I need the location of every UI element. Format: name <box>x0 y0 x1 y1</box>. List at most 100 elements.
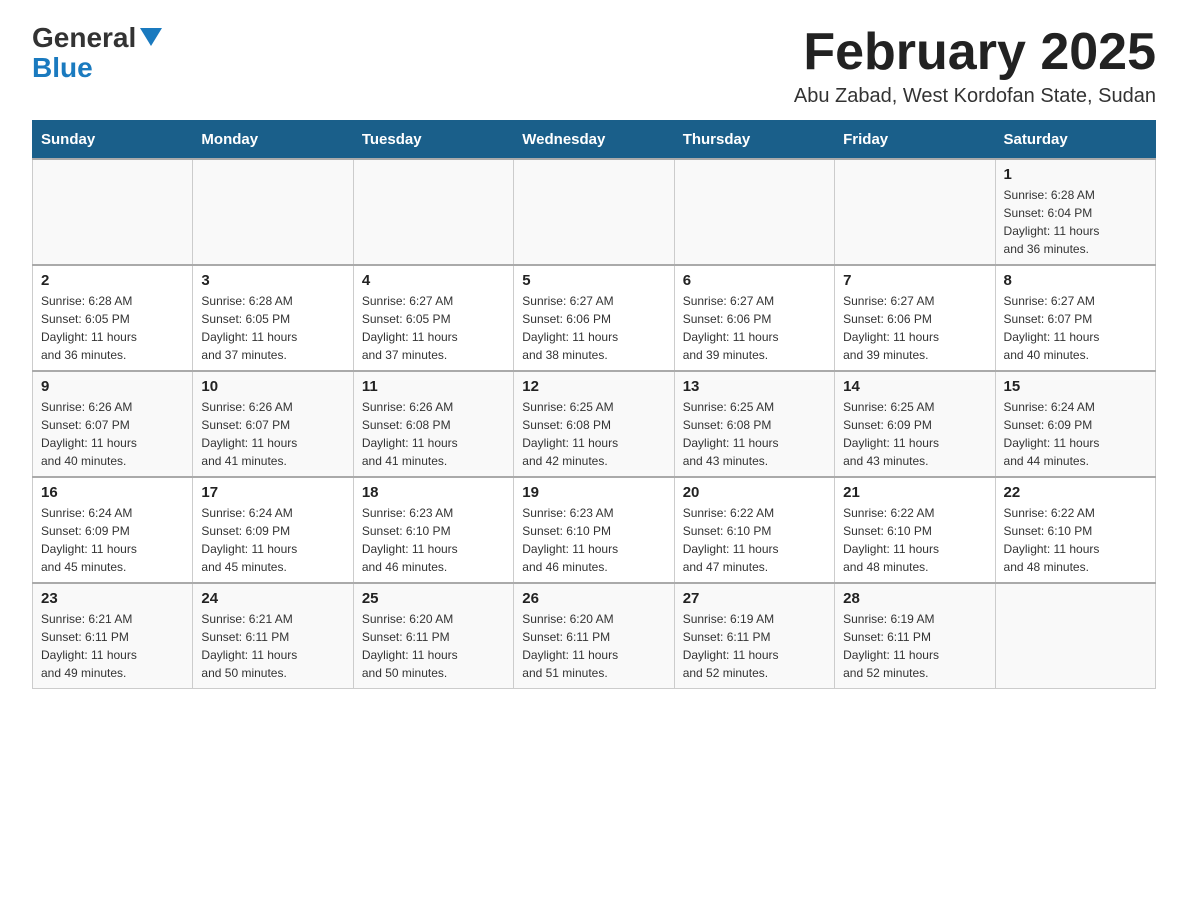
day-number: 3 <box>201 272 344 289</box>
day-number: 1 <box>1004 166 1147 183</box>
day-number: 13 <box>683 378 826 395</box>
calendar-row-1: 2 Sunrise: 6:28 AM Sunset: 6:05 PM Daylig… <box>33 265 1156 371</box>
calendar-cell <box>835 159 995 265</box>
day-number: 9 <box>41 378 184 395</box>
calendar-cell: 8Sunrise: 6:27 AM Sunset: 6:07 PM Daylig… <box>995 265 1155 371</box>
day-number: 23 <box>41 590 184 607</box>
day-info: Sunrise: 6:25 AM Sunset: 6:08 PM Dayligh… <box>683 398 826 470</box>
calendar-cell <box>33 159 193 265</box>
calendar-cell: 28 Sunrise: 6:19 AM Sunset: 6:11 PM Dayli… <box>835 583 995 689</box>
calendar-cell: 5Sunrise: 6:27 AM Sunset: 6:06 PM Daylig… <box>514 265 674 371</box>
day-info: Sunrise: 6:22 AM Sunset: 6:10 PM Dayligh… <box>683 504 826 576</box>
calendar-cell: 7 Sunrise: 6:27 AM Sunset: 6:06 PM Daylig… <box>835 265 995 371</box>
day-info: Sunrise: 6:26 AM Sunset: 6:08 PM Dayligh… <box>362 398 505 470</box>
day-info: Sunrise: 6:25 AM Sunset: 6:08 PM Dayligh… <box>522 398 665 470</box>
calendar-cell: 10 Sunrise: 6:26 AM Sunset: 6:07 PM Dayli… <box>193 371 353 477</box>
day-number: 2 <box>41 272 184 289</box>
day-number: 10 <box>201 378 344 395</box>
calendar-cell <box>995 583 1155 689</box>
day-info: Sunrise: 6:21 AM Sunset: 6:11 PM Dayligh… <box>201 610 344 682</box>
calendar-cell: 25 Sunrise: 6:20 AM Sunset: 6:11 PM Dayli… <box>353 583 513 689</box>
calendar-cell: 18 Sunrise: 6:23 AM Sunset: 6:10 PM Dayli… <box>353 477 513 583</box>
calendar-cell: 17Sunrise: 6:24 AM Sunset: 6:09 PM Dayli… <box>193 477 353 583</box>
calendar-row-4: 23 Sunrise: 6:21 AM Sunset: 6:11 PM Dayli… <box>33 583 1156 689</box>
day-number: 18 <box>362 484 505 501</box>
day-number: 11 <box>362 378 505 395</box>
calendar-cell: 26 Sunrise: 6:20 AM Sunset: 6:11 PM Dayli… <box>514 583 674 689</box>
day-number: 7 <box>843 272 986 289</box>
day-number: 15 <box>1004 378 1147 395</box>
logo-general: General <box>32 24 136 52</box>
calendar-cell: 22Sunrise: 6:22 AM Sunset: 6:10 PM Dayli… <box>995 477 1155 583</box>
day-number: 19 <box>522 484 665 501</box>
day-info: Sunrise: 6:23 AM Sunset: 6:10 PM Dayligh… <box>362 504 505 576</box>
day-info: Sunrise: 6:25 AM Sunset: 6:09 PM Dayligh… <box>843 398 986 470</box>
header-cell-friday: Friday <box>835 121 995 160</box>
day-info: Sunrise: 6:26 AM Sunset: 6:07 PM Dayligh… <box>201 398 344 470</box>
logo-blue: Blue <box>32 52 93 84</box>
day-number: 28 <box>843 590 986 607</box>
header-row: SundayMondayTuesdayWednesdayThursdayFrid… <box>33 121 1156 160</box>
day-info: Sunrise: 6:24 AM Sunset: 6:09 PM Dayligh… <box>1004 398 1147 470</box>
day-info: Sunrise: 6:21 AM Sunset: 6:11 PM Dayligh… <box>41 610 184 682</box>
day-number: 8 <box>1004 272 1147 289</box>
calendar-cell: 13 Sunrise: 6:25 AM Sunset: 6:08 PM Dayli… <box>674 371 834 477</box>
day-number: 22 <box>1004 484 1147 501</box>
calendar-cell: 19 Sunrise: 6:23 AM Sunset: 6:10 PM Dayli… <box>514 477 674 583</box>
calendar-cell: 27Sunrise: 6:19 AM Sunset: 6:11 PM Dayli… <box>674 583 834 689</box>
page-header: General Blue February 2025 Abu Zabad, We… <box>32 24 1156 108</box>
day-number: 24 <box>201 590 344 607</box>
calendar-cell: 2Sunrise: 6:28 AM Sunset: 6:05 PM Daylig… <box>33 265 193 371</box>
calendar-cell: 4 Sunrise: 6:27 AM Sunset: 6:05 PM Daylig… <box>353 265 513 371</box>
day-info: Sunrise: 6:20 AM Sunset: 6:11 PM Dayligh… <box>362 610 505 682</box>
day-number: 12 <box>522 378 665 395</box>
calendar-cell: 11 Sunrise: 6:26 AM Sunset: 6:08 PM Dayli… <box>353 371 513 477</box>
header-cell-thursday: Thursday <box>674 121 834 160</box>
day-info: Sunrise: 6:28 AM Sunset: 6:04 PM Dayligh… <box>1004 186 1147 258</box>
day-info: Sunrise: 6:27 AM Sunset: 6:05 PM Dayligh… <box>362 292 505 364</box>
calendar-row-2: 9 Sunrise: 6:26 AM Sunset: 6:07 PM Daylig… <box>33 371 1156 477</box>
day-number: 16 <box>41 484 184 501</box>
calendar-header: SundayMondayTuesdayWednesdayThursdayFrid… <box>33 121 1156 160</box>
calendar-cell: 6Sunrise: 6:27 AM Sunset: 6:06 PM Daylig… <box>674 265 834 371</box>
calendar-cell: 23 Sunrise: 6:21 AM Sunset: 6:11 PM Dayli… <box>33 583 193 689</box>
header-cell-monday: Monday <box>193 121 353 160</box>
day-info: Sunrise: 6:20 AM Sunset: 6:11 PM Dayligh… <box>522 610 665 682</box>
day-number: 5 <box>522 272 665 289</box>
calendar-cell <box>193 159 353 265</box>
day-number: 20 <box>683 484 826 501</box>
header-cell-saturday: Saturday <box>995 121 1155 160</box>
day-number: 21 <box>843 484 986 501</box>
day-info: Sunrise: 6:22 AM Sunset: 6:10 PM Dayligh… <box>843 504 986 576</box>
calendar-cell: 14 Sunrise: 6:25 AM Sunset: 6:09 PM Dayli… <box>835 371 995 477</box>
calendar-cell: 24 Sunrise: 6:21 AM Sunset: 6:11 PM Dayli… <box>193 583 353 689</box>
day-number: 17 <box>201 484 344 501</box>
day-number: 4 <box>362 272 505 289</box>
logo: General Blue <box>32 24 162 84</box>
day-info: Sunrise: 6:26 AM Sunset: 6:07 PM Dayligh… <box>41 398 184 470</box>
title-block: February 2025 Abu Zabad, West Kordofan S… <box>794 24 1156 108</box>
month-year-title: February 2025 <box>794 24 1156 81</box>
day-info: Sunrise: 6:24 AM Sunset: 6:09 PM Dayligh… <box>41 504 184 576</box>
day-info: Sunrise: 6:19 AM Sunset: 6:11 PM Dayligh… <box>683 610 826 682</box>
calendar-cell: 15 Sunrise: 6:24 AM Sunset: 6:09 PM Dayli… <box>995 371 1155 477</box>
day-number: 26 <box>522 590 665 607</box>
calendar-cell: 21 Sunrise: 6:22 AM Sunset: 6:10 PM Dayli… <box>835 477 995 583</box>
header-cell-tuesday: Tuesday <box>353 121 513 160</box>
day-number: 14 <box>843 378 986 395</box>
header-cell-sunday: Sunday <box>33 121 193 160</box>
calendar-cell <box>514 159 674 265</box>
day-info: Sunrise: 6:23 AM Sunset: 6:10 PM Dayligh… <box>522 504 665 576</box>
day-info: Sunrise: 6:27 AM Sunset: 6:06 PM Dayligh… <box>843 292 986 364</box>
calendar-cell <box>674 159 834 265</box>
day-info: Sunrise: 6:19 AM Sunset: 6:11 PM Dayligh… <box>843 610 986 682</box>
calendar-row-0: 1 Sunrise: 6:28 AM Sunset: 6:04 PM Daylig… <box>33 159 1156 265</box>
calendar-row-3: 16 Sunrise: 6:24 AM Sunset: 6:09 PM Dayli… <box>33 477 1156 583</box>
header-cell-wednesday: Wednesday <box>514 121 674 160</box>
day-info: Sunrise: 6:27 AM Sunset: 6:06 PM Dayligh… <box>683 292 826 364</box>
calendar-cell: 1 Sunrise: 6:28 AM Sunset: 6:04 PM Daylig… <box>995 159 1155 265</box>
day-number: 25 <box>362 590 505 607</box>
calendar-cell: 12 Sunrise: 6:25 AM Sunset: 6:08 PM Dayli… <box>514 371 674 477</box>
day-info: Sunrise: 6:28 AM Sunset: 6:05 PM Dayligh… <box>201 292 344 364</box>
calendar-body: 1 Sunrise: 6:28 AM Sunset: 6:04 PM Daylig… <box>33 159 1156 689</box>
